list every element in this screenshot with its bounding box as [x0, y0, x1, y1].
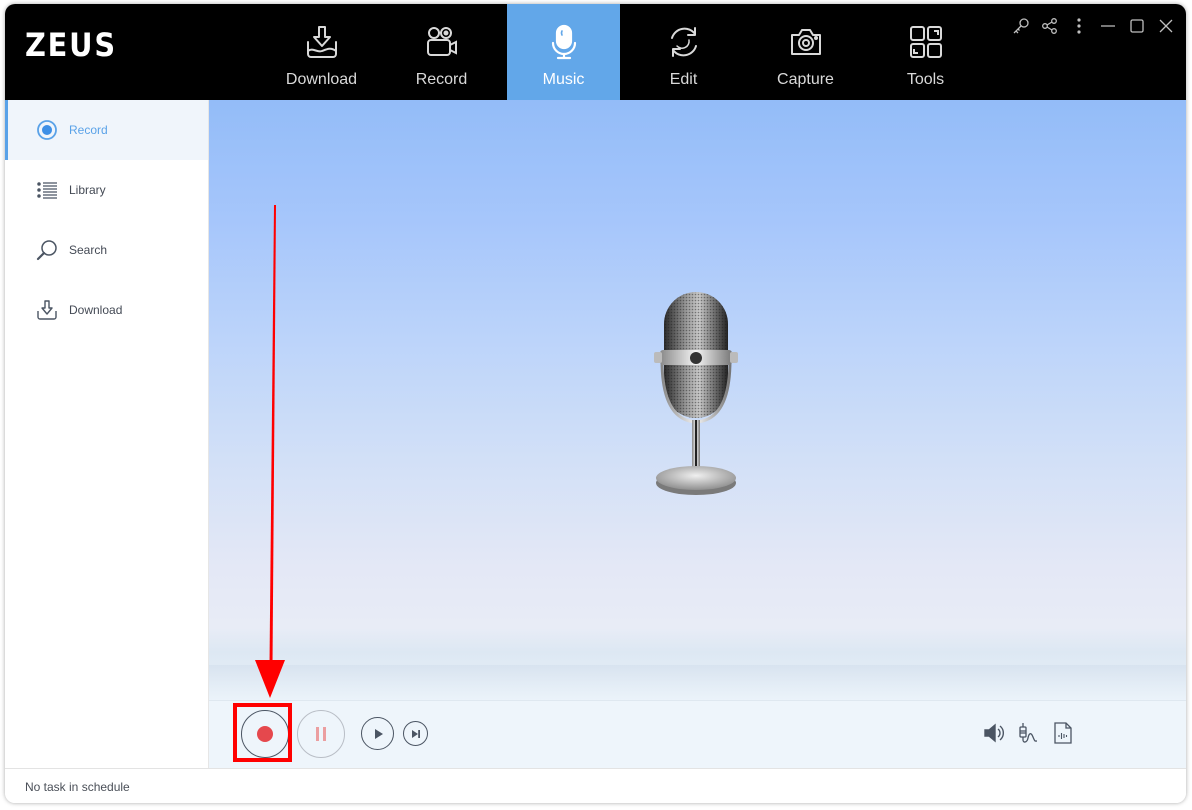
sidebar: Record Library Search Download: [5, 100, 209, 768]
background-horizon: [209, 665, 1186, 700]
pause-icon: [316, 727, 326, 741]
app-window: ZEUS Download Record Music Edit Capture …: [5, 4, 1186, 803]
microphone-icon: [507, 24, 620, 60]
video-camera-icon: [385, 24, 498, 60]
sidebar-item-label: Search: [69, 243, 108, 257]
annotation-arrow: [255, 205, 285, 698]
minimize-icon[interactable]: [1098, 16, 1118, 36]
pause-button[interactable]: [297, 710, 345, 758]
status-text: No task in schedule: [25, 780, 130, 794]
sidebar-item-record[interactable]: Record: [5, 100, 208, 160]
list-icon: [35, 178, 59, 202]
sidebar-item-label: Download: [69, 303, 123, 317]
tab-label: Download: [285, 71, 358, 88]
microphone-illustration: [646, 290, 746, 505]
tab-capture[interactable]: Capture: [749, 4, 862, 100]
key-icon[interactable]: [1011, 16, 1031, 36]
download-tray-icon: [265, 24, 378, 60]
player-controls: [209, 700, 1186, 769]
sidebar-item-search[interactable]: Search: [5, 220, 208, 280]
tab-label: Capture: [777, 71, 834, 88]
tab-download[interactable]: Download: [265, 4, 378, 100]
tab-edit[interactable]: Edit: [627, 4, 740, 100]
skip-next-icon: [411, 729, 420, 738]
skip-next-button[interactable]: [403, 721, 428, 746]
app-logo: ZEUS: [25, 26, 117, 64]
status-bar: No task in schedule: [5, 768, 1186, 803]
title-bar: ZEUS Download Record Music Edit Capture …: [5, 4, 1186, 100]
tools-grid-icon: [869, 24, 982, 60]
download-icon: [35, 298, 59, 322]
sidebar-item-label: Library: [69, 183, 106, 197]
share-icon[interactable]: [1040, 16, 1060, 36]
camera-icon: [749, 24, 862, 60]
maximize-icon[interactable]: [1127, 16, 1147, 36]
speaker-icon[interactable]: [983, 722, 1005, 744]
tab-tools[interactable]: Tools: [869, 4, 982, 100]
sidebar-item-download[interactable]: Download: [5, 280, 208, 340]
tab-label: Edit: [669, 71, 698, 88]
play-icon: [374, 728, 383, 739]
audio-file-icon[interactable]: [1053, 721, 1073, 745]
tab-music[interactable]: Music: [507, 4, 620, 100]
tab-label: Tools: [906, 71, 945, 88]
refresh-cycle-icon: [627, 24, 740, 60]
sidebar-item-label: Record: [69, 123, 108, 137]
tab-label: Record: [415, 71, 468, 88]
tab-record[interactable]: Record: [385, 4, 498, 100]
radio-record-icon: [35, 118, 59, 142]
more-vertical-icon[interactable]: [1069, 16, 1089, 36]
play-button[interactable]: [361, 717, 394, 750]
audio-jack-icon[interactable]: [1017, 721, 1041, 745]
annotation-highlight-box: [233, 703, 292, 762]
sidebar-item-library[interactable]: Library: [5, 160, 208, 220]
close-icon[interactable]: [1156, 16, 1176, 36]
search-icon: [35, 238, 59, 262]
tab-label: Music: [542, 71, 585, 88]
window-controls: [1011, 16, 1176, 36]
